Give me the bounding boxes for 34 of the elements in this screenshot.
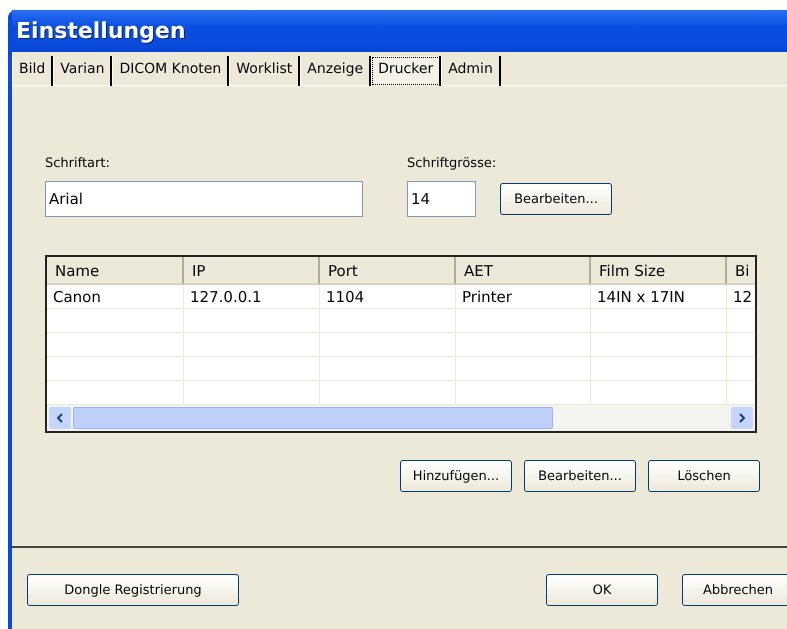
table-cell: 14IN x 17IN [591, 285, 727, 309]
tab[interactable]: Drucker [371, 56, 442, 86]
table-action-button[interactable]: Hinzufügen... [400, 460, 512, 492]
table-cell: Printer [456, 285, 591, 309]
dialog-button[interactable]: OK [546, 574, 658, 606]
table-cell: 1104 [320, 285, 456, 309]
register-button[interactable]: Dongle Registrierung [27, 574, 239, 606]
input-field[interactable]: 14 [407, 181, 476, 217]
column-header[interactable]: Port [320, 257, 456, 285]
input-field[interactable]: Arial [45, 181, 363, 217]
column-header[interactable]: IP [184, 257, 320, 285]
table-action-button[interactable]: Bearbeiten... [524, 460, 636, 492]
column-header[interactable]: Bi [727, 257, 755, 285]
column-header[interactable]: AET [456, 257, 591, 285]
tab[interactable]: Admin [441, 56, 501, 86]
table-cell: 127.0.0.1 [184, 285, 320, 309]
column-header[interactable]: Name [47, 257, 184, 285]
scroll-right-button[interactable] [731, 407, 753, 429]
field-label: Schriftgrösse: [407, 156, 498, 171]
scroll-left-button[interactable] [49, 407, 71, 429]
tab[interactable]: Varian [53, 56, 112, 86]
table-cell: Canon [47, 285, 184, 309]
tab[interactable]: Bild [12, 56, 54, 86]
edit-button[interactable]: Bearbeiten... [500, 183, 612, 215]
scroll-thumb[interactable] [73, 407, 553, 429]
table-cell: 12 [727, 285, 755, 309]
dialog-button[interactable]: Abbrechen [682, 574, 787, 606]
tab[interactable]: Worklist [229, 56, 300, 86]
column-header[interactable]: Film Size [591, 257, 727, 285]
window-title: Einstellungen [16, 18, 186, 44]
table-action-button[interactable]: Löschen [648, 460, 760, 492]
field-label: Schriftart: [45, 156, 111, 171]
tab[interactable]: DICOM Knoten [112, 56, 230, 86]
horizontal-scrollbar[interactable] [47, 405, 755, 431]
